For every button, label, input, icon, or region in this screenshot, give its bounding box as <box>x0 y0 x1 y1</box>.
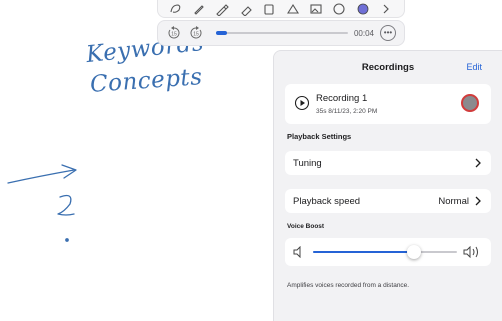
tuning-row[interactable]: Tuning <box>285 151 491 175</box>
playback-time: 00:04 <box>353 28 374 38</box>
recording-name: Recording 1 <box>316 93 368 104</box>
playback-speed-row[interactable]: Playback speed Normal <box>285 189 491 213</box>
pencil-icon[interactable] <box>215 2 230 16</box>
recording-meta: 35s 8/11/23, 2:20 PM <box>316 108 378 115</box>
voice-boost-slider-card <box>285 238 491 266</box>
voice-boost-heading: Voice Boost <box>287 223 325 230</box>
skip-forward-15-icon[interactable]: 15 <box>188 25 204 41</box>
playback-bar: 15 15 00:04 ••• <box>157 20 405 46</box>
edit-button[interactable]: Edit <box>466 62 482 72</box>
voice-boost-description: Amplifies voices recorded from a distanc… <box>287 282 410 289</box>
svg-text:15: 15 <box>171 32 177 38</box>
tuning-label: Tuning <box>293 158 322 169</box>
stickers-icon[interactable] <box>332 2 346 16</box>
chevron-right-icon <box>475 158 481 168</box>
shapes-icon[interactable] <box>286 2 300 16</box>
speaker-low-icon <box>293 246 301 258</box>
image-icon[interactable] <box>309 2 323 16</box>
playback-scrubber[interactable] <box>216 28 348 38</box>
scrubber-progress <box>216 31 227 35</box>
more-options-icon[interactable]: ••• <box>380 25 396 41</box>
playback-speed-label: Playback speed <box>293 196 361 207</box>
recordings-panel: Recordings Edit Recording 1 35s 8/11/23,… <box>273 50 502 321</box>
chevron-right-icon[interactable] <box>379 2 393 16</box>
drawing-toolbar <box>157 0 405 18</box>
eraser-icon[interactable] <box>262 2 276 16</box>
slider-thumb[interactable] <box>406 245 421 259</box>
skip-back-15-icon[interactable]: 15 <box>166 25 182 41</box>
highlighter-icon[interactable] <box>239 2 253 16</box>
voice-boost-slider[interactable] <box>313 245 457 259</box>
play-icon[interactable] <box>294 95 310 111</box>
slider-fill <box>313 251 414 253</box>
svg-text:15: 15 <box>193 32 199 38</box>
playback-settings-heading: Playback Settings <box>287 132 352 141</box>
color-picker-icon[interactable] <box>356 2 370 16</box>
lasso-icon[interactable] <box>169 2 183 16</box>
pen-icon[interactable] <box>192 2 206 16</box>
chevron-right-icon <box>475 196 481 206</box>
scrubber-track <box>216 32 348 34</box>
record-button[interactable] <box>461 94 479 112</box>
playback-speed-value: Normal <box>438 196 469 207</box>
speaker-high-icon <box>463 246 478 258</box>
recording-item[interactable]: Recording 1 35s 8/11/23, 2:20 PM <box>285 84 491 124</box>
